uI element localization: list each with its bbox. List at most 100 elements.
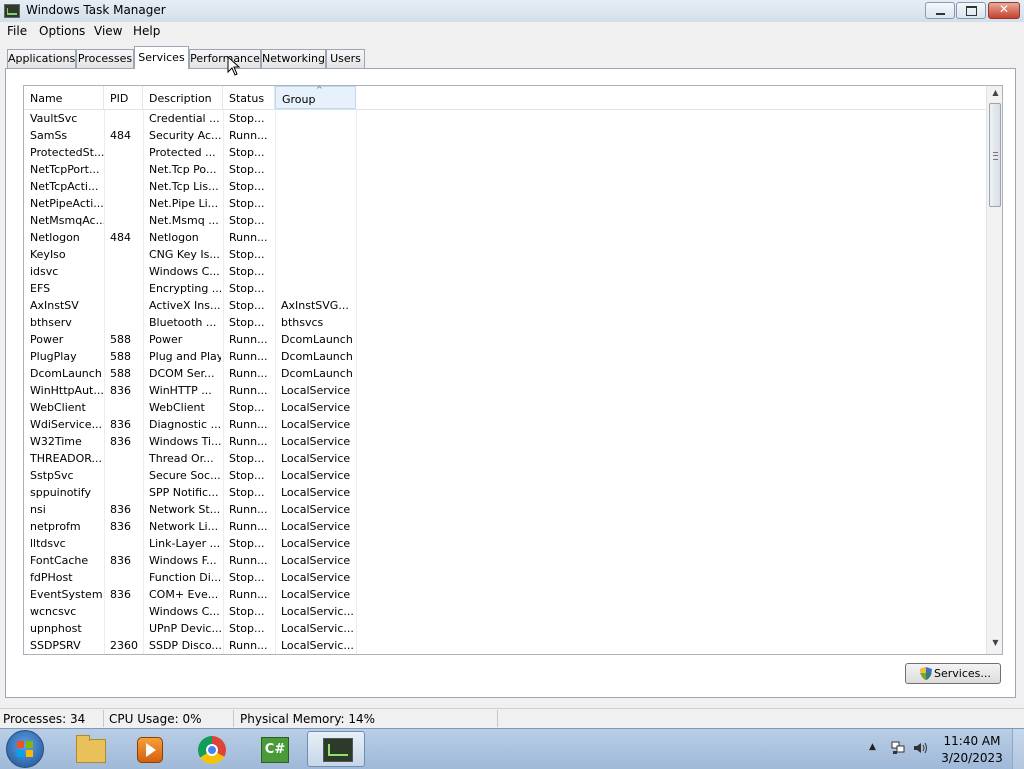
menu-file[interactable]: File [7,24,27,38]
table-row[interactable]: sppuinotify SPP Notific... Stop... LocalSer… [24,484,986,501]
maximize-button[interactable] [956,2,986,19]
table-row[interactable]: PlugPlay 588 Plug and Play Runn... DcomLaunc… [24,348,986,365]
minimize-button[interactable] [925,2,955,19]
table-row[interactable]: wcncsvc Windows C... Stop... LocalServic... [24,603,986,620]
taskbar-chrome[interactable] [182,731,240,767]
table-row[interactable]: NetMsmqAc... Net.Msmq ... Stop... [24,212,986,229]
service-name: SamSs [30,129,68,142]
tab-processes[interactable]: Processes [76,49,134,68]
tab-performance[interactable]: Performance [189,49,261,68]
taskbar-media-player[interactable] [121,731,179,767]
taskbar-csharp[interactable]: C# [245,731,303,767]
table-row[interactable]: Power 588 Power Runn... DcomLaunch [24,331,986,348]
table-row[interactable]: NetTcpActi... Net.Tcp Lis... Stop... [24,178,986,195]
service-group: LocalService [281,401,351,414]
menu-help[interactable]: Help [133,24,160,38]
table-row[interactable]: fdPHost Function Di... Stop... LocalService [24,569,986,586]
table-row[interactable]: NetPipeActi... Net.Pipe Li... Stop... [24,195,986,212]
service-name: Netlogon [30,231,80,244]
show-desktop-button[interactable] [1012,729,1024,769]
service-description: DCOM Ser... [149,367,215,380]
column-header-name[interactable]: Name [24,86,104,109]
service-description: ActiveX Ins... [149,299,221,312]
service-description: CNG Key Is... [149,248,220,261]
table-row[interactable]: AxInstSV ActiveX Ins... Stop... AxInstSVG..… [24,297,986,314]
tab-users[interactable]: Users [326,49,365,68]
services-button[interactable]: Services... [905,663,1001,684]
service-pid: 836 [110,520,131,533]
taskbar-task-manager[interactable] [307,731,365,767]
start-button[interactable] [6,730,44,768]
service-description: COM+ Eve... [149,588,219,601]
table-row[interactable]: SSDPSRV 2360 SSDP Disco... Runn... LocalServ… [24,637,986,654]
scroll-up-icon[interactable]: ▲ [987,88,1002,102]
vertical-scrollbar[interactable]: ▲ ▼ [986,86,1002,654]
table-row[interactable]: FontCache 836 Windows F... Runn... LocalServ… [24,552,986,569]
column-header-pid[interactable]: PID [104,86,143,109]
table-row[interactable]: bthserv Bluetooth ... Stop... bthsvcs [24,314,986,331]
service-description: Encrypting ... [149,282,221,295]
service-name: NetTcpActi... [30,180,99,193]
table-row[interactable]: Netlogon 484 Netlogon Runn... [24,229,986,246]
tab-networking[interactable]: Networking [261,49,326,68]
service-group: DcomLaunch [281,350,353,363]
service-name: SSDPSRV [30,639,81,652]
table-row[interactable]: SamSs 484 Security Ac... Runn... [24,127,986,144]
service-name: KeyIso [30,248,66,261]
column-header-group[interactable]: Group ^ [275,86,356,109]
table-row[interactable]: ProtectedSt... Protected ... Stop... [24,144,986,161]
tab-applications[interactable]: Applications [7,49,76,68]
clock-date[interactable]: 3/20/2023 [940,751,1004,765]
service-description: WinHTTP ... [149,384,212,397]
table-row[interactable]: KeyIso CNG Key Is... Stop... [24,246,986,263]
table-row[interactable]: WdiService... 836 Diagnostic ... Runn... Loc… [24,416,986,433]
menu-view[interactable]: View [94,24,122,38]
table-row[interactable]: EventSystem 836 COM+ Eve... Runn... LocalSer… [24,586,986,603]
service-name: AxInstSV [30,299,79,312]
services-button-label: Services... [934,667,991,680]
service-status: Stop... [229,316,265,329]
service-group: LocalServic... [281,639,354,652]
table-row[interactable]: WebClient WebClient Stop... LocalService [24,399,986,416]
taskbar-explorer[interactable] [60,731,118,767]
menu-options[interactable]: Options [39,24,85,38]
service-pid: 484 [110,231,131,244]
table-row[interactable]: NetTcpPort... Net.Tcp Po... Stop... [24,161,986,178]
table-row[interactable]: VaultSvc Credential ... Stop... [24,110,986,127]
service-pid: 836 [110,588,131,601]
service-description: WebClient [149,401,205,414]
services-list[interactable]: Name PID Description Status Group ^ Vaul… [23,85,1003,655]
service-status: Runn... [229,384,268,397]
table-row[interactable]: SstpSvc Secure Soc... Stop... LocalService [24,467,986,484]
task-manager-icon [323,738,353,762]
table-row[interactable]: DcomLaunch 588 DCOM Ser... Runn... DcomLaunc… [24,365,986,382]
table-row[interactable]: THREADOR... Thread Or... Stop... LocalServi… [24,450,986,467]
column-header-description[interactable]: Description [143,86,223,109]
process-count: Processes: 34 [3,712,86,726]
scroll-down-icon[interactable]: ▼ [987,638,1002,652]
table-row[interactable]: lltdsvc Link-Layer ... Stop... LocalService [24,535,986,552]
volume-icon[interactable] [913,741,929,755]
table-row[interactable]: idsvc Windows C... Stop... [24,263,986,280]
service-name: lltdsvc [30,537,66,550]
table-row[interactable]: EFS Encrypting ... Stop... [24,280,986,297]
table-row[interactable]: W32Time 836 Windows Ti... Runn... LocalServi… [24,433,986,450]
service-pid: 836 [110,554,131,567]
service-pid: 2360 [110,639,138,652]
service-pid: 484 [110,129,131,142]
table-row[interactable]: netprofm 836 Network Li... Runn... LocalServ… [24,518,986,535]
service-status: Stop... [229,282,265,295]
table-row[interactable]: upnphost UPnP Devic... Stop... LocalServic.… [24,620,986,637]
service-name: idsvc [30,265,59,278]
table-row[interactable]: WinHttpAut... 836 WinHTTP ... Runn... LocalS… [24,382,986,399]
show-hidden-icons-icon[interactable]: ▲ [869,742,876,752]
network-icon[interactable] [891,741,905,755]
column-header-status[interactable]: Status [223,86,275,109]
table-row[interactable]: nsi 836 Network St... Runn... LocalService [24,501,986,518]
clock-time[interactable]: 11:40 AM [940,734,1004,748]
mouse-cursor-icon [227,56,241,76]
service-status: Stop... [229,571,265,584]
close-button[interactable]: ✕ [988,2,1020,19]
tab-services[interactable]: Services [134,46,189,69]
scrollbar-thumb[interactable] [989,103,1001,207]
